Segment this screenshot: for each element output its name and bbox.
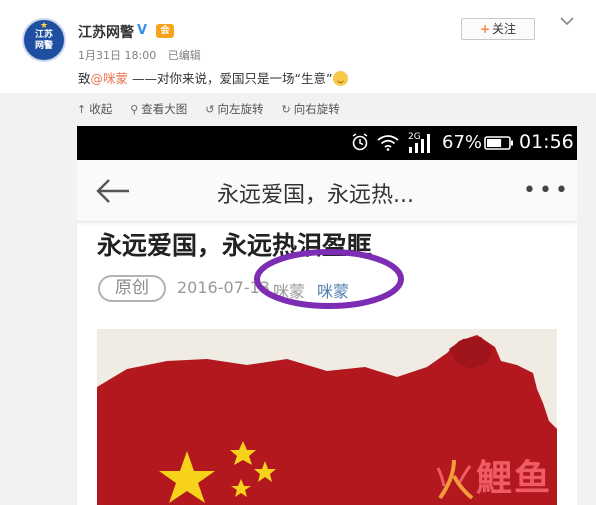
status-bar: 2G 67% 01:56 — [77, 126, 577, 160]
network-label: 2G — [408, 132, 421, 142]
avatar[interactable]: ★ 江苏 网警 — [22, 18, 66, 62]
clock: 01:56 — [519, 131, 574, 153]
follow-label: 关注 — [492, 22, 517, 36]
search-icon: ⚲ — [130, 102, 139, 116]
post-text: 致@咪蒙 ——对你来说，爱国只是一场“生意” — [78, 68, 349, 87]
post-text-body: ——对你来说，爱国只是一场“生意” — [128, 71, 333, 86]
post-image[interactable]: 2G 67% 01:56 永远爱国，永远热... ••• 永远爱国，永远热泪盈眶… — [77, 126, 577, 505]
battery-percent: 67% — [442, 132, 483, 153]
view-large-button[interactable]: ⚲ 查看大图 — [130, 101, 187, 117]
collapse-label: 收起 — [89, 102, 113, 116]
member-icon[interactable]: 会 — [156, 24, 174, 38]
original-badge: 原创 — [98, 275, 166, 302]
rotate-left-button[interactable]: ↺ 向左旋转 — [205, 101, 263, 117]
highlight-circle — [254, 249, 404, 309]
signal-icon: 2G — [408, 132, 430, 153]
post-meta: 1月31日 18:00 已编辑 — [78, 47, 209, 63]
plus-icon: + — [479, 22, 491, 36]
view-large-label: 查看大图 — [141, 102, 188, 116]
chevron-down-icon[interactable] — [560, 16, 574, 26]
user-name[interactable]: 江苏网警 — [78, 22, 134, 42]
rotate-left-icon: ↺ — [205, 102, 215, 116]
fire-logo-icon — [436, 459, 474, 500]
back-arrow-icon[interactable] — [95, 178, 131, 204]
mention-link[interactable]: @咪蒙 — [91, 71, 129, 86]
post-text-prefix: 致 — [78, 71, 91, 86]
watermark-text: 鯉鱼 — [476, 458, 553, 499]
rotate-right-button[interactable]: ↻ 向右旋转 — [282, 101, 340, 117]
wifi-icon — [377, 135, 399, 151]
rotate-left-label: 向左旋转 — [217, 102, 264, 116]
avatar-text-bottom: 网警 — [34, 41, 53, 51]
more-icon[interactable]: ••• — [523, 180, 571, 202]
rotate-right-icon: ↻ — [281, 102, 291, 116]
rotate-right-label: 向右旋转 — [293, 102, 340, 116]
watermark-logo: 鯉鱼 — [432, 456, 582, 502]
collapse-button[interactable]: ↑ 收起 — [77, 101, 112, 117]
app-bar: 永远爱国，永远热... ••• — [77, 160, 577, 222]
alarm-icon — [352, 133, 368, 151]
app-title: 永远爱国，永远热... — [217, 183, 414, 208]
battery-icon — [484, 136, 513, 150]
verified-icon: V — [137, 23, 148, 38]
follow-button[interactable]: + 关注 — [461, 18, 535, 40]
edited-label: 已编辑 — [167, 49, 201, 62]
collapse-icon: ↑ — [77, 102, 87, 116]
avatar-text-top: 江苏 — [34, 30, 53, 40]
post-date[interactable]: 1月31日 18:00 — [78, 49, 156, 62]
media-toolbar: ↑ 收起 ⚲ 查看大图 ↺ 向左旋转 ↻ 向右旋转 — [77, 101, 340, 117]
face-emoji-icon — [333, 71, 349, 86]
